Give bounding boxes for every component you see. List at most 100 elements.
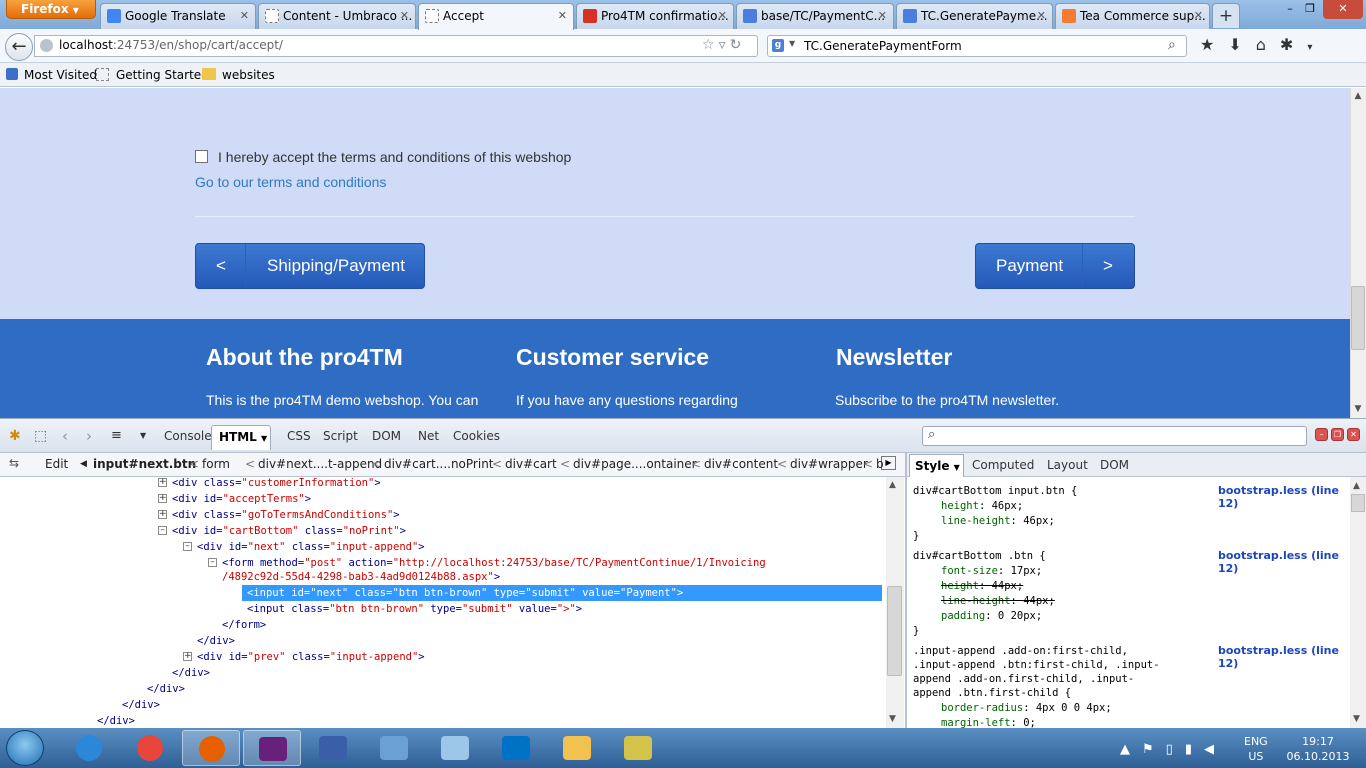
scroll-down-icon[interactable]: ▼ [889,714,896,724]
forward-icon[interactable]: › [86,427,92,445]
downloads-icon[interactable]: ⬇ [1228,35,1255,54]
css-selector[interactable]: .input-append .btn:first-child, .input- [913,658,1160,672]
shipping-payment-button[interactable]: < Shipping/Payment [195,243,425,289]
css-property[interactable]: height: 46px; [941,499,1023,513]
breadcrumb-item[interactable]: div#next....t-append [258,457,382,471]
volume-icon[interactable]: ◀ [1204,742,1226,757]
tab-4[interactable]: base/TC/PaymentC... ✕ [736,3,894,29]
firebug-tab-dom[interactable]: DOM [368,427,405,445]
edit-button[interactable]: Edit [45,457,68,471]
breadcrumb-item[interactable]: div#cart [505,457,557,471]
close-tab-icon[interactable]: ✕ [400,9,409,22]
html-tree-node[interactable]: <div class="customerInformation"> [172,477,381,491]
close-tab-icon[interactable]: ✕ [1194,9,1203,22]
scroll-up-icon[interactable]: ▲ [889,480,896,490]
home-icon[interactable]: ⌂ [1256,35,1280,54]
scroll-down-icon[interactable]: ▼ [1350,404,1366,414]
firefox-menu-button[interactable]: Firefox ▼ [6,0,96,19]
chevron-down-icon[interactable]: ▼ [140,431,146,440]
tab-6[interactable]: Tea Commerce sup... ✕ [1055,3,1210,29]
breadcrumb-item[interactable]: div#cart....noPrint [384,457,494,471]
search-icon[interactable]: ⌕ [1168,37,1176,53]
expand-node-icon[interactable]: + [158,510,167,519]
breadcrumb-item[interactable]: div#wrapper [790,457,868,471]
css-selector[interactable]: .input-append .add-on:first-child, [913,644,1128,658]
side-tab-style[interactable]: Style ▼ [909,454,964,477]
expand-node-icon[interactable]: + [158,494,167,503]
scroll-up-icon[interactable]: ▲ [1350,91,1366,101]
collapse-node-icon[interactable]: – [183,542,192,551]
page-scrollbar-thumb[interactable] [1351,286,1365,350]
html-tree-node[interactable]: <div id="next" class="input-append"> [197,539,425,555]
accept-terms-label[interactable]: I hereby accept the terms and conditions… [218,149,571,165]
css-selector[interactable]: div#cartBottom .btn { [913,549,1046,563]
side-tab-layout[interactable]: Layout [1047,458,1088,472]
start-button[interactable] [6,730,44,766]
new-tab-button[interactable]: + [1212,3,1240,28]
css-selector[interactable]: append .btn.first-child { [913,686,1071,700]
css-selector[interactable]: append .add-on.first-child, .input- [913,672,1134,686]
breadcrumb-item[interactable]: input#next.btn [93,457,196,471]
menu-chevron-icon[interactable]: ▾ [1307,42,1326,53]
taskbar-app-5[interactable] [365,730,423,766]
html-tree-node[interactable]: <div class="goToTermsAndConditions"> [172,507,400,523]
taskbar-app-7[interactable] [487,730,545,766]
firebug-tab-console[interactable]: Console [160,427,216,445]
firebug-tab-cookies[interactable]: Cookies [449,427,504,445]
html-tree-panel[interactable]: <div class="customerInformation"> + <div i… [0,477,888,728]
expand-node-icon[interactable]: + [158,478,167,487]
html-tree-node[interactable]: <input id="next" class="btn btn-brown" t… [242,585,882,601]
firebug-tab-script[interactable]: Script [319,427,362,445]
close-tab-icon[interactable]: ✕ [1037,9,1046,22]
tab-0[interactable]: Google Translate ✕ [100,3,256,29]
back-button[interactable]: ← [5,33,33,61]
breadcrumb-item[interactable]: form [202,457,230,471]
firebug-search-input[interactable] [922,426,1307,446]
html-tree-node[interactable]: </div> [97,713,135,728]
accept-terms-checkbox[interactable] [195,150,208,163]
style-panel-scrollbar[interactable] [1350,477,1366,728]
bookmarks-menu-icon[interactable]: ★ [1200,35,1228,54]
collapse-node-icon[interactable]: – [208,558,217,567]
css-source-link[interactable]: bootstrap.less (line 12) [1218,484,1350,510]
inspect-icon[interactable]: ⬚ [34,428,47,444]
close-tab-icon[interactable]: ✕ [878,9,887,22]
list-icon[interactable]: ≡ [111,428,122,443]
firebug-tab-net[interactable]: Net [414,427,443,445]
html-tree-node[interactable]: <div id="cartBottom" class="noPrint"> [172,523,406,539]
firebug-tab-html[interactable]: HTML ▼ [211,425,271,450]
html-tree-node[interactable]: </div> [147,681,185,697]
tab-1[interactable]: Content - Umbraco ... ✕ [258,3,416,29]
site-identity-icon[interactable] [40,39,53,52]
css-property[interactable]: font-size: 17px; [941,564,1042,578]
breadcrumb-scroll-left-icon[interactable]: ◀ [80,459,87,469]
tab-5[interactable]: TC.GeneratePayme... ✕ [896,3,1053,29]
side-tab-computed[interactable]: Computed [972,458,1034,472]
tab-3[interactable]: Pro4TM confirmatio... ✕ [576,3,734,29]
page-scrollbar[interactable] [1350,88,1366,418]
breadcrumb-item[interactable]: b [876,457,884,471]
bookmark-star-icon[interactable]: ☆ [702,37,719,53]
bookmark-most-visited[interactable]: Most Visited [24,68,97,82]
html-tree-node[interactable]: </div> [122,697,160,713]
html-tree-node[interactable]: /4892c92d-55d4-4298-bab3-4ad9d0124b88.as… [222,569,500,585]
taskbar-app-2[interactable] [182,730,240,766]
tab-2[interactable]: Accept ✕ [418,3,574,30]
tray-chevron-icon[interactable]: ▲ [1120,742,1142,757]
bookmark-getting-started[interactable]: Getting Started [116,68,209,82]
terms-link[interactable]: Go to our terms and conditions [195,174,386,190]
taskbar-app-4[interactable] [304,730,362,766]
html-tree-node[interactable]: </div> [172,665,210,681]
breadcrumb-item[interactable]: div#content [704,457,778,471]
collapse-node-icon[interactable]: – [158,526,167,535]
close-tab-icon[interactable]: ✕ [718,9,727,22]
maximize-button[interactable]: ❐ [1296,0,1324,19]
google-search-engine-icon[interactable]: g [772,39,784,52]
search-input[interactable]: TC.GeneratePaymentForm [767,35,1187,57]
expand-icon[interactable]: ⇆ [9,456,19,470]
html-tree-node[interactable]: </form> [222,617,266,633]
search-engine-dropdown-icon[interactable]: ▼ [789,39,795,48]
tray-device-icon[interactable]: ▯ [1166,742,1185,757]
css-selector[interactable]: div#cartBottom input.btn { [913,484,1077,498]
css-property[interactable]: line-height: 46px; [941,514,1055,528]
